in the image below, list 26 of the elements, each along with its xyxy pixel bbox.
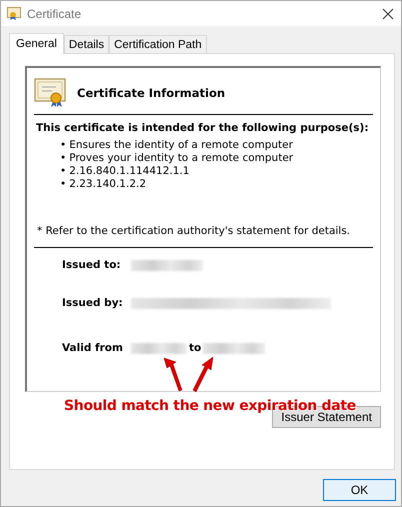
- close-icon[interactable]: [381, 6, 395, 20]
- field-label: Issued by:: [62, 297, 124, 309]
- purpose-item: 2.16.840.1.114412.1.1: [69, 165, 190, 177]
- window-title: Certificate: [27, 6, 82, 20]
- certificate-icon: [7, 7, 21, 20]
- bullet: •: [60, 139, 66, 151]
- blurred-value: [131, 260, 203, 270]
- section-title: Certificate Information: [77, 86, 226, 100]
- purpose-item: Proves your identity to a remote computer: [69, 152, 294, 164]
- blurred-value: [203, 342, 266, 354]
- bullet: •: [60, 152, 66, 164]
- note-text: * Refer to the certification authority's statement for details.: [37, 225, 352, 237]
- purpose-item: Ensures the identity of a remote computer: [69, 139, 293, 151]
- tab[interactable]: General: [9, 33, 64, 54]
- field-label: to: [189, 342, 202, 354]
- blurred-value: [131, 342, 187, 354]
- field-label: Valid from: [62, 342, 124, 354]
- certificate-icon: [34, 78, 66, 108]
- field-label: Issued to:: [62, 259, 122, 271]
- ok-button[interactable]: OK: [323, 479, 396, 501]
- bullet: •: [60, 165, 66, 177]
- tab[interactable]: Details: [64, 35, 110, 53]
- tab[interactable]: Certification Path: [109, 35, 207, 53]
- purpose-heading: This certificate is intended for the following purpose(s):: [36, 122, 370, 134]
- purpose-item: 2.23.140.1.2.2: [69, 178, 146, 190]
- bullet: •: [60, 178, 66, 190]
